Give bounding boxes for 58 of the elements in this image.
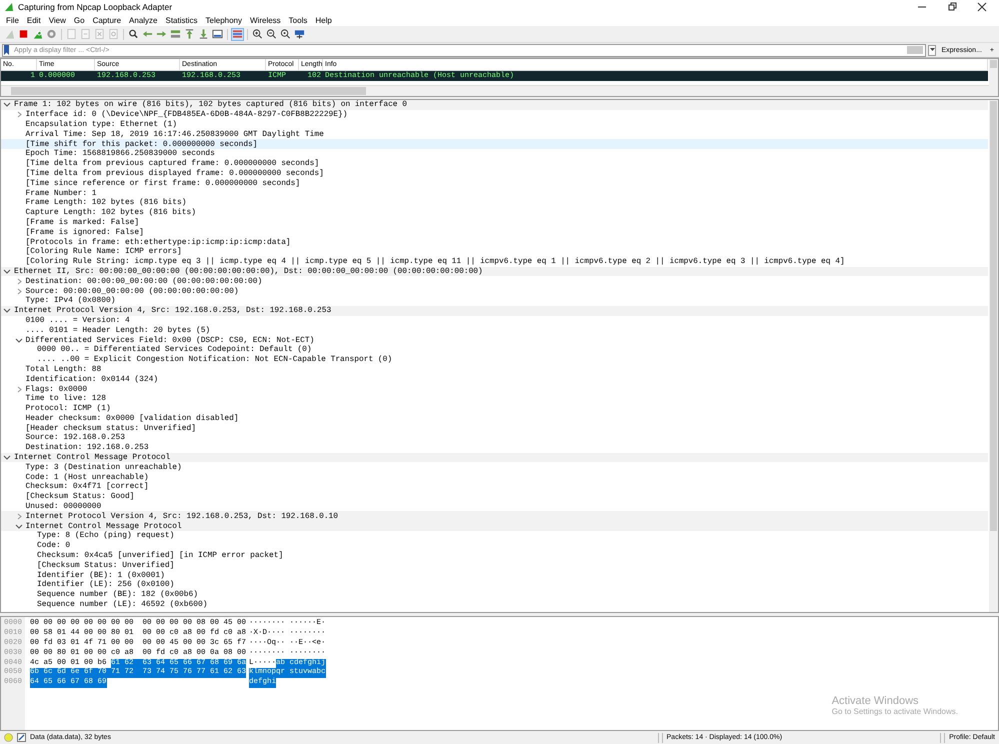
pencil-icon[interactable]	[17, 733, 26, 742]
chevron-down-icon[interactable]	[14, 336, 22, 344]
stripes-icon	[232, 28, 243, 40]
menu-item[interactable]: Capture	[88, 16, 126, 24]
menu-item[interactable]: Tools	[284, 16, 312, 24]
stop-icon	[18, 28, 29, 40]
vertical-scrollbar[interactable]	[989, 100, 998, 612]
activation-notice-title: Activate Windows	[832, 695, 920, 707]
menu-item[interactable]: Edit	[22, 16, 45, 24]
chevron-down-icon[interactable]	[3, 101, 11, 108]
menu-item[interactable]: Go	[70, 16, 89, 24]
caret-icon	[930, 48, 935, 52]
menu-item[interactable]: File	[2, 16, 23, 24]
resize-columns-button[interactable]	[293, 28, 306, 40]
list-button[interactable]	[169, 28, 182, 40]
up-arrow-button[interactable]	[183, 28, 196, 40]
chevron-down-icon[interactable]	[3, 454, 11, 462]
activation-notice-text: Go to Settings to activate Windows.	[832, 707, 958, 716]
menu-item[interactable]: Telephony	[202, 16, 246, 24]
chevron-down-icon[interactable]	[14, 522, 22, 530]
stripes-button[interactable]	[231, 28, 244, 40]
gear-button[interactable]	[45, 28, 58, 40]
bookmark-icon[interactable]	[3, 45, 10, 55]
search-icon	[128, 28, 139, 40]
zoom-icon	[280, 28, 291, 40]
window-button[interactable]	[211, 28, 224, 40]
shark-fin-button[interactable]	[31, 28, 44, 40]
zoom-in-button[interactable]	[251, 28, 264, 40]
search-button[interactable]	[127, 28, 140, 40]
gear-icon	[46, 28, 57, 40]
window-icon	[212, 28, 223, 40]
chevron-down-icon[interactable]	[3, 307, 11, 314]
reload-icon	[108, 28, 119, 40]
window-title: Capturing from Npcap Loopback Adapter	[18, 2, 174, 12]
down-arrow-icon	[198, 28, 209, 40]
shark-fin-icon	[4, 28, 15, 40]
stop-button[interactable]	[17, 28, 30, 40]
resize-columns-icon	[294, 28, 305, 40]
zoom-out-button[interactable]	[265, 28, 278, 40]
close-icon	[94, 28, 105, 40]
menu-item[interactable]: Wireless	[246, 16, 285, 24]
menu-item[interactable]: Statistics	[162, 16, 202, 24]
up-arrow-icon	[184, 28, 195, 40]
down-arrow-button[interactable]	[197, 28, 210, 40]
list-icon	[170, 28, 181, 40]
document-icon	[66, 28, 77, 40]
shark-fin-icon	[4, 2, 14, 12]
menu-item[interactable]: Analyze	[125, 16, 162, 24]
menu-item[interactable]: Help	[311, 16, 336, 24]
status-circle-icon[interactable]	[4, 733, 13, 742]
document-icon	[80, 28, 91, 40]
chevron-down-icon[interactable]	[3, 268, 11, 275]
shark-fin-icon	[32, 28, 43, 40]
dropdown-button[interactable]	[928, 44, 936, 56]
menu-item[interactable]: View	[44, 16, 70, 24]
zoom-button[interactable]	[279, 28, 292, 40]
zoom-in-icon	[252, 28, 263, 40]
zoom-out-icon	[266, 28, 277, 40]
